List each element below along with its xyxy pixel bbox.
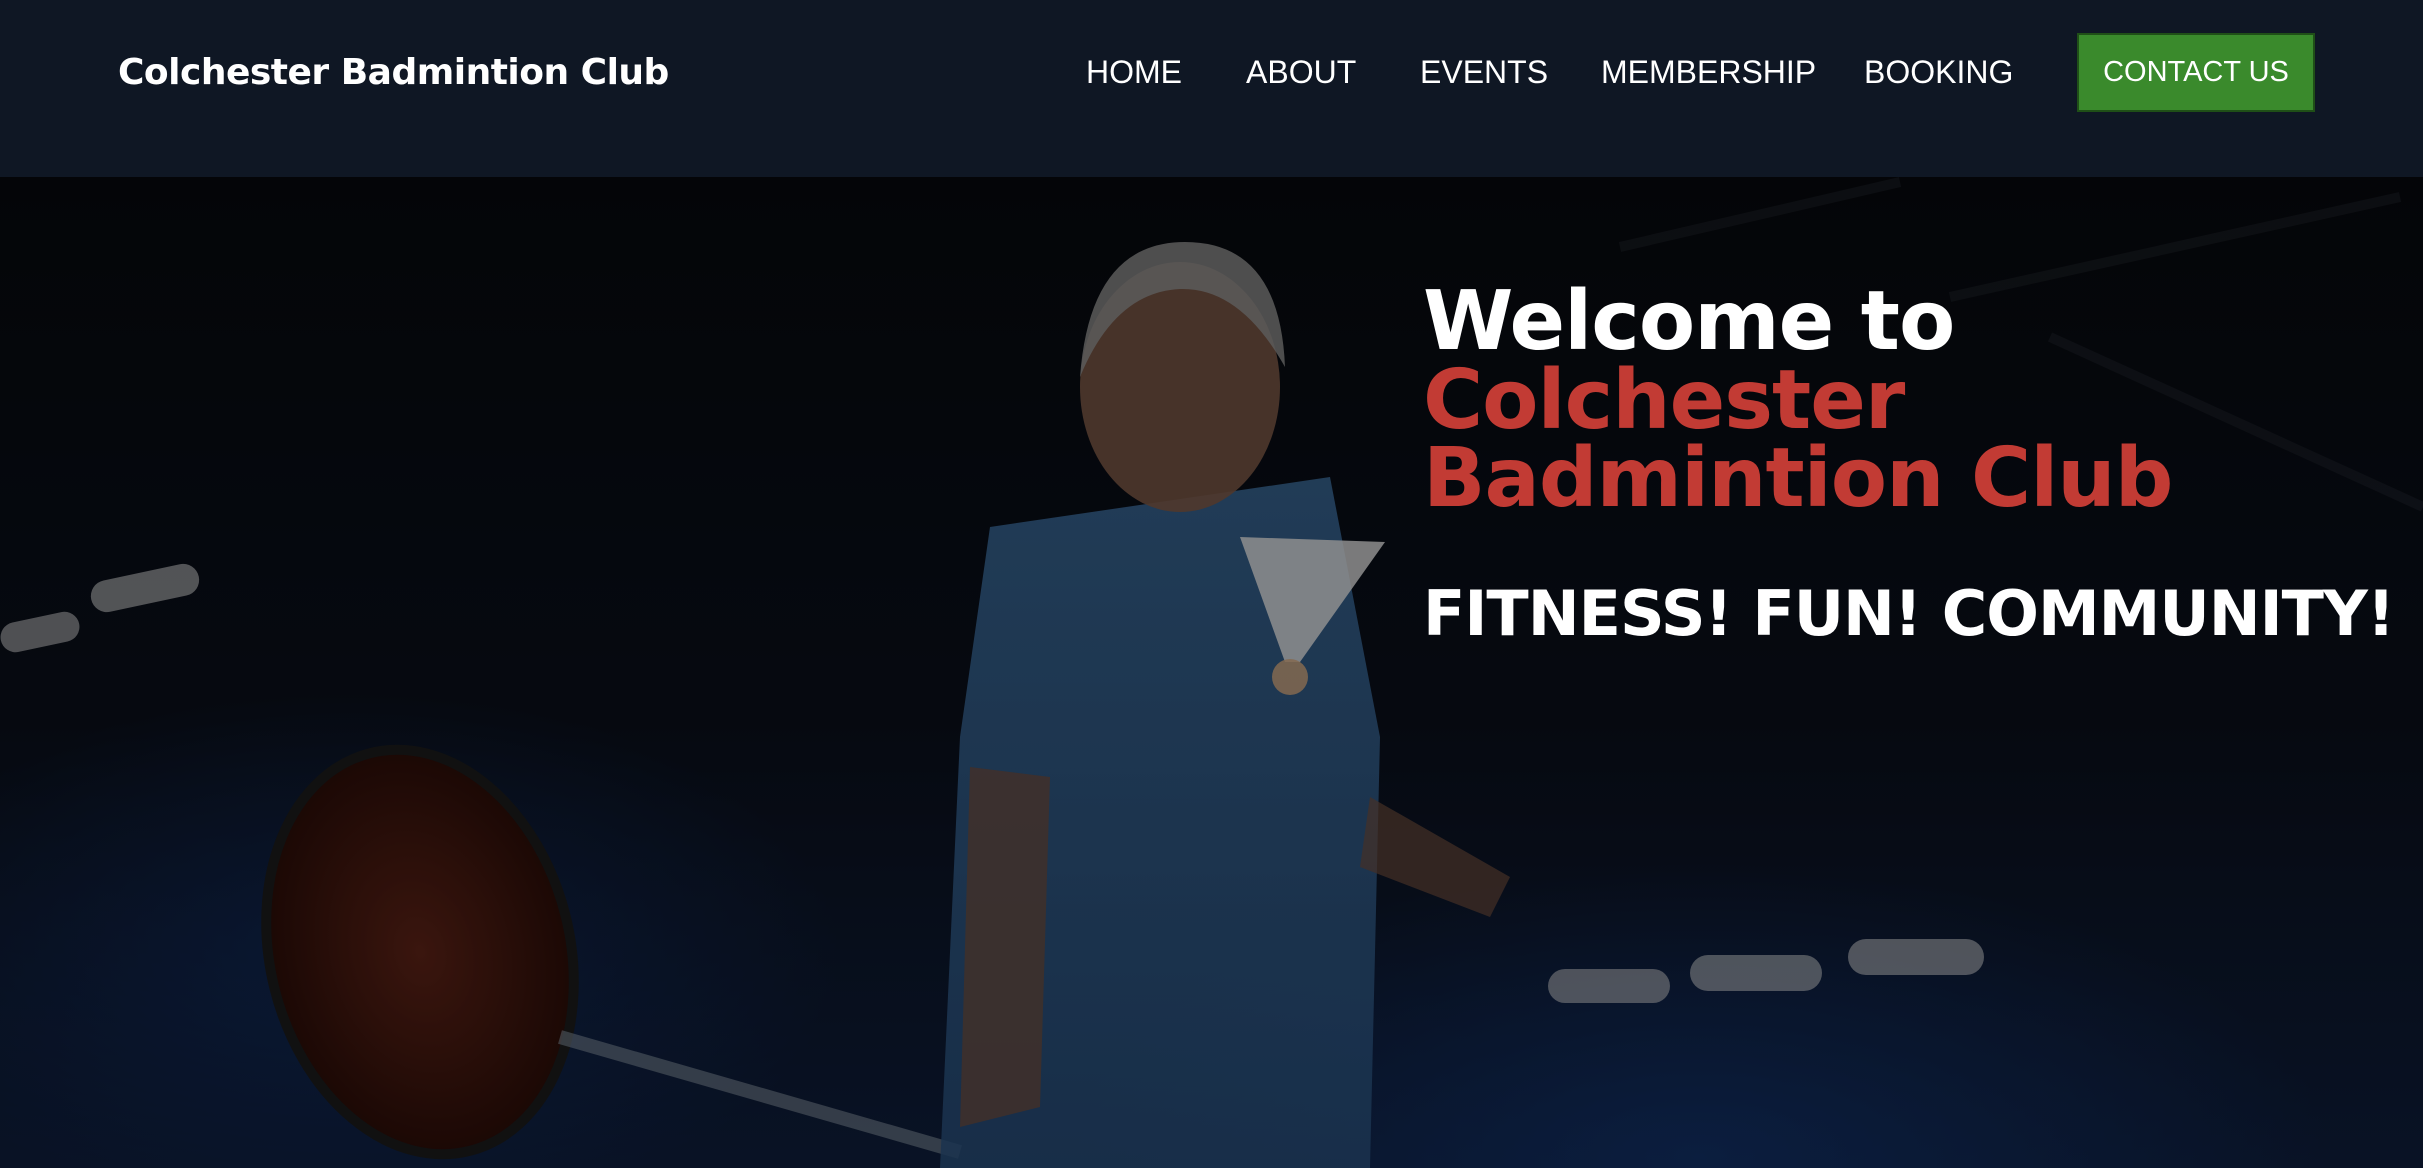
hero-welcome: Welcome to <box>1423 274 1955 369</box>
hero-club-name-line2: Badmintion Club <box>1423 431 2173 526</box>
hero-tagline: FITNESS! FUN! COMMUNITY! <box>1423 577 2395 650</box>
site-header: Colchester Badmintion Club HOME ABOUT EV… <box>0 0 2423 177</box>
hero-section: Welcome to Colchester Badmintion Club FI… <box>0 177 2423 1168</box>
nav-events[interactable]: EVENTS <box>1420 52 1548 92</box>
hero-heading: Welcome to Colchester Badmintion Club FI… <box>1423 274 2395 650</box>
nav-home[interactable]: HOME <box>1086 52 1182 92</box>
site-brand[interactable]: Colchester Badmintion Club <box>118 50 669 96</box>
hero-club-name-line1: Colchester <box>1423 353 1905 448</box>
nav-booking[interactable]: BOOKING <box>1864 52 2013 92</box>
contact-us-button[interactable]: CONTACT US <box>2077 33 2315 112</box>
nav-about[interactable]: ABOUT <box>1246 52 1356 92</box>
nav-membership[interactable]: MEMBERSHIP <box>1601 52 1816 92</box>
